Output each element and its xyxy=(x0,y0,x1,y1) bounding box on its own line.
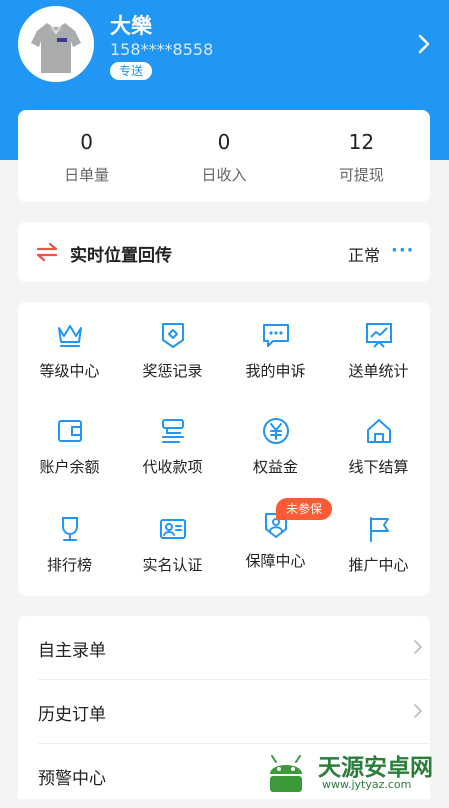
house-icon xyxy=(366,419,391,443)
location-report-card[interactable]: 实时位置回传 正常 ··· xyxy=(18,222,430,282)
android-logo-icon xyxy=(270,755,302,792)
crown-icon xyxy=(57,325,82,347)
grid-item-appeal[interactable]: 我的申诉 xyxy=(224,320,327,381)
grid-item-label: 等级中心 xyxy=(39,362,100,380)
stats-card: 0 日单量 0 日收入 12 可提现 xyxy=(18,110,430,202)
grid-item-label: 账户余额 xyxy=(39,458,100,476)
grid-item-label: 推广中心 xyxy=(348,556,409,574)
uninsured-badge: 未参保 xyxy=(276,498,332,520)
menu-item-label: 历史订单 xyxy=(38,705,106,725)
grid-item-label: 权益金 xyxy=(252,458,298,476)
trophy-icon xyxy=(61,517,78,541)
flag-icon xyxy=(369,517,389,542)
grid-item-label: 排行榜 xyxy=(46,556,92,574)
menu-item-label: 预警中心 xyxy=(38,769,106,789)
grid-item-delivery-stats[interactable]: 送单统计 xyxy=(327,320,430,381)
grid-item-label: 奖惩记录 xyxy=(142,362,203,380)
grid-item-balance[interactable]: 账户余额 xyxy=(18,416,121,477)
grid-item-real-name[interactable]: 实名认证 xyxy=(121,514,224,575)
grid-item-level-center[interactable]: 等级中心 xyxy=(18,320,121,381)
user-tag-badge: 专送 xyxy=(110,62,153,80)
function-grid: 等级中心 奖惩记录 我的申诉 送单统计 账户余额 代收款项 权益金 线下结算 排… xyxy=(18,302,430,596)
chevron-right-icon[interactable] xyxy=(412,32,436,56)
stat-label: 日收入 xyxy=(201,166,247,184)
watermark-title: 天源安卓网 xyxy=(318,755,433,781)
stat-value: 0 xyxy=(217,130,231,154)
more-icon[interactable]: ··· xyxy=(391,240,415,261)
site-watermark: 天源安卓网 www.jytyaz.com xyxy=(256,738,449,799)
avatar[interactable] xyxy=(18,6,94,82)
yen-icon xyxy=(262,418,289,444)
polo-shirt-avatar-image xyxy=(21,9,91,79)
transfer-arrows-icon xyxy=(36,242,58,262)
grid-item-collections[interactable]: 代收款项 xyxy=(121,416,224,477)
grid-item-label: 送单统计 xyxy=(348,362,409,380)
grid-item-equity-fund[interactable]: 权益金 xyxy=(224,416,327,477)
user-name: 大樂 xyxy=(110,14,152,38)
location-status: 正常 xyxy=(348,246,381,265)
grid-item-promotion[interactable]: 推广中心 xyxy=(327,514,430,575)
stat-label: 日单量 xyxy=(64,166,110,184)
grid-item-rewards[interactable]: 奖惩记录 xyxy=(121,320,224,381)
stat-value: 0 xyxy=(80,130,94,154)
grid-item-label: 线下结算 xyxy=(348,458,409,476)
grid-item-label: 我的申诉 xyxy=(245,362,306,380)
watermark-url: www.jytyaz.com xyxy=(322,778,412,791)
grid-item-label: 保障中心 xyxy=(245,552,306,570)
stat-label: 可提现 xyxy=(338,166,384,184)
chat-icon xyxy=(262,324,289,347)
stat-daily-orders[interactable]: 0 日单量 xyxy=(18,110,155,202)
grid-item-label: 代收款项 xyxy=(142,458,203,476)
menu-item-self-entry[interactable]: 自主录单 xyxy=(18,616,430,680)
chevron-right-icon xyxy=(414,704,422,718)
user-phone: 158****8558 xyxy=(110,40,214,59)
menu-item-order-history[interactable]: 历史订单 xyxy=(18,680,430,744)
receipt-icon xyxy=(161,419,184,443)
stat-withdrawable[interactable]: 12 可提现 xyxy=(293,110,430,202)
chevron-right-icon xyxy=(414,640,422,654)
stat-value: 12 xyxy=(348,130,375,154)
menu-item-label: 自主录单 xyxy=(38,641,106,661)
grid-item-leaderboard[interactable]: 排行榜 xyxy=(18,514,121,575)
chart-icon xyxy=(365,323,392,348)
grid-item-offline-settlement[interactable]: 线下结算 xyxy=(327,416,430,477)
id-card-icon xyxy=(159,519,186,539)
location-report-label: 实时位置回传 xyxy=(70,246,172,266)
shield-icon xyxy=(161,323,184,348)
wallet-icon xyxy=(57,420,82,442)
stat-daily-income[interactable]: 0 日收入 xyxy=(155,110,292,202)
grid-item-label: 实名认证 xyxy=(142,556,203,574)
